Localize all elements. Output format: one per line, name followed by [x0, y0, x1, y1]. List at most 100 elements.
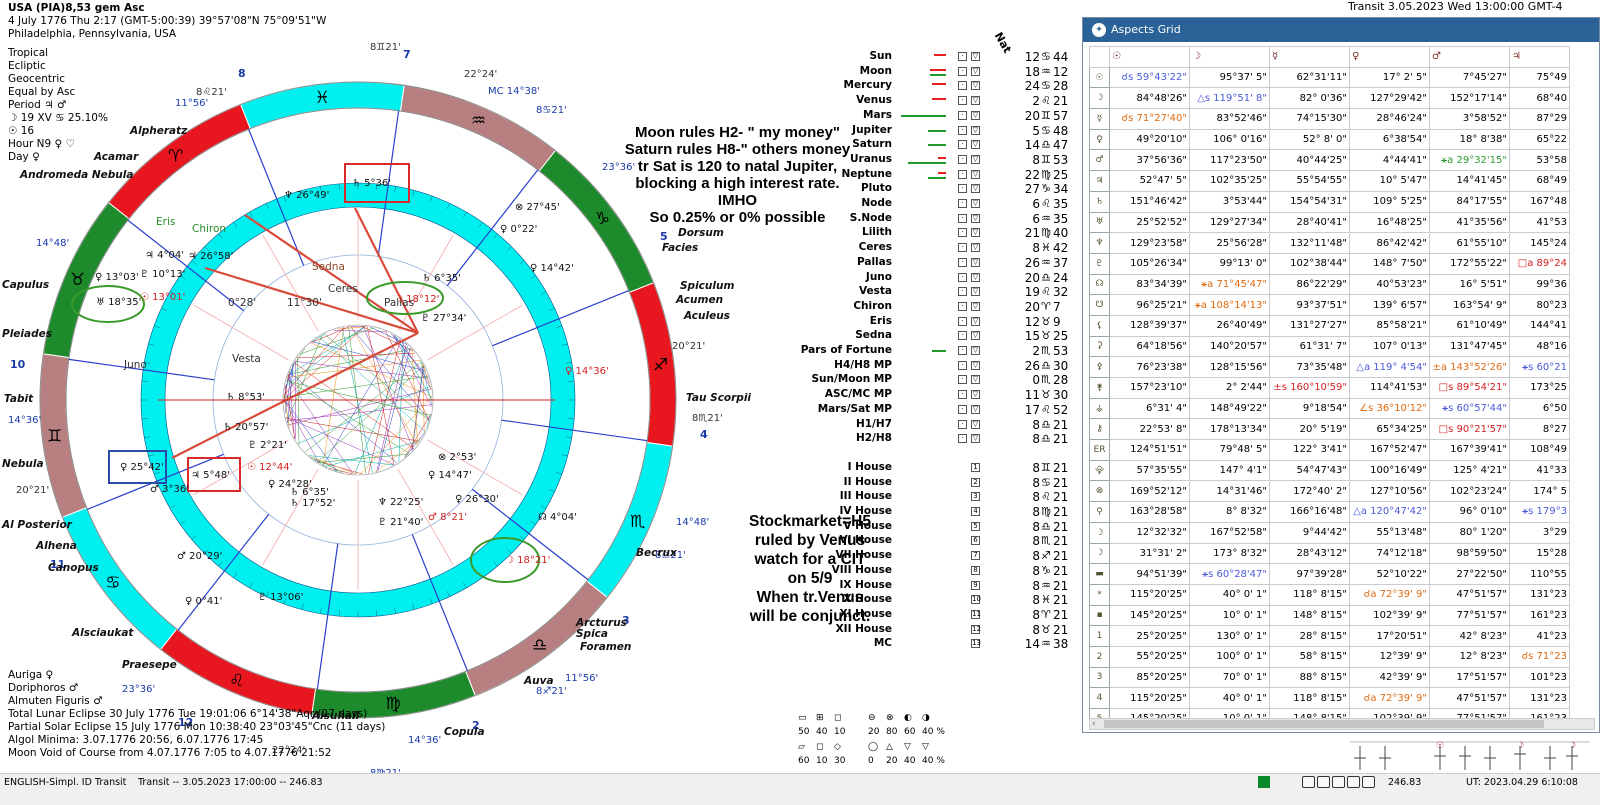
aspect-cell[interactable]: 18° 8'38" — [1429, 128, 1510, 151]
aspect-cell[interactable]: 28°40'41" — [1269, 211, 1350, 234]
aspect-cell[interactable]: 82° 0'36" — [1269, 87, 1350, 110]
aspect-cell[interactable]: 68°40 — [1509, 87, 1570, 110]
aspect-cell[interactable]: 14°41'45" — [1429, 170, 1510, 192]
aspect-cell[interactable]: 28° 8'15" — [1269, 625, 1350, 647]
tool-button-1[interactable] — [1302, 776, 1315, 788]
planet-row[interactable]: Eris · ▽ 12 ♉ 9 — [790, 315, 1080, 329]
aspect-cell[interactable]: 53°58 — [1509, 149, 1570, 172]
aspect-cell[interactable]: 83°52'46" — [1189, 108, 1270, 130]
house-row[interactable]: I House 1 8 ♊ 21 — [790, 461, 1080, 475]
planet-row[interactable]: Pluto · ▽ 27 ♑ 34 — [790, 182, 1080, 196]
aspect-cell[interactable]: 61°55'10" — [1429, 232, 1510, 254]
aspect-cell[interactable]: 14°31'46" — [1189, 480, 1270, 503]
aspect-cell[interactable]: 95°37' 5" — [1189, 66, 1270, 89]
aspect-cell[interactable]: 86°22'29" — [1269, 273, 1350, 296]
row-header[interactable]: 4 — [1089, 687, 1110, 709]
aspect-cell[interactable]: 55°20'25" — [1109, 645, 1190, 668]
aspect-cell[interactable]: 76°23'38" — [1109, 356, 1190, 378]
aspect-cell[interactable]: 105°26'34" — [1109, 252, 1190, 275]
aspect-cell[interactable]: ⚹s 60°28'47" — [1189, 563, 1270, 585]
column-header[interactable]: ♂ — [1429, 46, 1510, 68]
aspect-cell[interactable]: 28°43'12" — [1269, 542, 1350, 565]
planet-row[interactable]: Lilith · ▽ 21 ♍ 40 — [790, 226, 1080, 240]
aspect-cell[interactable]: 41°33 — [1509, 459, 1570, 482]
row-header[interactable]: ⚳ — [1089, 335, 1110, 358]
row-header[interactable]: ♂ — [1089, 149, 1110, 172]
aspect-cell[interactable]: 173° 8'32" — [1189, 542, 1270, 565]
aspect-cell[interactable]: 48°16 — [1509, 335, 1570, 358]
aspect-cell[interactable]: ☌a 72°39' 9" — [1349, 583, 1430, 606]
aspect-cell[interactable]: 85°20'25" — [1109, 666, 1190, 689]
aspect-cell[interactable]: 125° 4'21" — [1429, 459, 1510, 482]
aspect-cell[interactable]: 47°51'57" — [1429, 687, 1510, 709]
aspect-cell[interactable]: 3°53'44" — [1189, 190, 1270, 213]
aspect-cell[interactable]: 117°23'50" — [1189, 149, 1270, 172]
row-header[interactable]: ⊗ — [1089, 480, 1110, 503]
aspect-cell[interactable]: 152°17'14" — [1429, 87, 1510, 110]
planet-row[interactable]: Uranus · ▽ 8 ♊ 53 — [790, 153, 1080, 167]
aspect-cell[interactable]: 148°49'22" — [1189, 397, 1270, 420]
aspect-cell[interactable]: 114°41'53" — [1349, 377, 1430, 399]
planet-row[interactable]: H1/H7 · ▽ 8 ♎ 21 — [790, 418, 1080, 432]
aspect-cell[interactable]: 127°29'42" — [1349, 87, 1430, 110]
aspect-cell[interactable]: □s 90°21'57" — [1429, 418, 1510, 441]
row-header[interactable]: ⚴ — [1089, 356, 1110, 378]
planet-row[interactable]: Neptune · ▽ 22 ♍ 25 — [790, 168, 1080, 182]
aspect-cell[interactable]: 129°23'58" — [1109, 232, 1190, 254]
aspect-cell[interactable]: 70° 0' 1" — [1189, 666, 1270, 689]
aspect-cell[interactable]: 9°44'42" — [1269, 521, 1350, 544]
row-header[interactable]: ☿ — [1089, 108, 1110, 130]
aspect-cell[interactable]: 169°52'12" — [1109, 480, 1190, 503]
aspect-cell[interactable]: 12°39' 9" — [1349, 645, 1430, 668]
house-row[interactable]: XII House 12 8 ♉ 21 — [790, 623, 1080, 637]
tool-button-5[interactable] — [1362, 776, 1375, 788]
aspect-cell[interactable]: 40° 0' 1" — [1189, 687, 1270, 709]
house-row[interactable]: VI House 6 8 ♏ 21 — [790, 534, 1080, 548]
row-header[interactable]: ♇ — [1089, 252, 1110, 275]
column-header[interactable]: ☉ — [1109, 46, 1190, 68]
column-header[interactable]: ♃ — [1509, 46, 1570, 68]
aspect-cell[interactable]: 61°10'49" — [1429, 314, 1510, 337]
aspect-cell[interactable]: 130° 0' 1" — [1189, 625, 1270, 647]
aspect-cell[interactable]: 100° 0' 1" — [1189, 645, 1270, 668]
row-header[interactable]: 1 — [1089, 625, 1110, 647]
planet-row[interactable]: Pars of Fortune · ▽ 2 ♏ 53 — [790, 344, 1080, 358]
aspect-cell[interactable]: 102°39' 9" — [1349, 604, 1430, 627]
aspect-cell[interactable]: 172°55'22" — [1429, 252, 1510, 275]
aspect-cell[interactable]: 65°22 — [1509, 128, 1570, 151]
aspect-cell[interactable]: 144°41 — [1509, 314, 1570, 337]
aspect-cell[interactable]: 10° 0' 1" — [1189, 604, 1270, 627]
aspect-cell[interactable]: 55°13'48" — [1349, 521, 1430, 544]
aspect-cell[interactable]: 167°52'58" — [1189, 521, 1270, 544]
aspect-cell[interactable]: 52° 8' 0" — [1269, 128, 1350, 151]
aspect-cell[interactable]: 2° 2'44" — [1189, 377, 1270, 399]
planet-row[interactable]: ASC/MC MP · ▽ 11 ♉ 30 — [790, 388, 1080, 402]
aspect-cell[interactable]: 128°39'37" — [1109, 314, 1190, 337]
aspect-cell[interactable]: 28°46'24" — [1349, 108, 1430, 130]
aspect-cell[interactable]: 154°54'31" — [1269, 190, 1350, 213]
aspect-cell[interactable]: ⚹s 179°3 — [1509, 501, 1570, 523]
row-header[interactable]: ⚶ — [1089, 397, 1110, 420]
row-header[interactable]: ☉ — [1089, 66, 1110, 89]
aspect-cell[interactable]: 68°49 — [1509, 170, 1570, 192]
aspect-cell[interactable]: 124°51'51" — [1109, 439, 1190, 461]
row-header[interactable]: ⚲ — [1089, 501, 1110, 523]
planet-row[interactable]: Mercury · ▽ 24 ♋ 28 — [790, 79, 1080, 93]
aspect-cell[interactable]: 118° 8'15" — [1269, 583, 1350, 606]
aspect-cell[interactable]: 100°16'49" — [1349, 459, 1430, 482]
aspect-cell[interactable]: 57°35'55" — [1109, 459, 1190, 482]
aspect-cell[interactable]: □s 89°54'21" — [1429, 377, 1510, 399]
aspect-cell[interactable]: 80° 1'20" — [1429, 521, 1510, 544]
planet-row[interactable]: Chiron · ▽ 20 ♈ 7 — [790, 300, 1080, 314]
horizontal-scrollbar[interactable]: ‹ — [1089, 718, 1595, 730]
row-header[interactable]: ▪ — [1089, 604, 1110, 627]
aspect-cell[interactable]: 58° 8'15" — [1269, 645, 1350, 668]
aspect-cell[interactable]: 94°51'39" — [1109, 563, 1190, 585]
aspect-cell[interactable]: 42° 8'23" — [1429, 625, 1510, 647]
aspect-cell[interactable]: 97°39'28" — [1269, 563, 1350, 585]
column-header[interactable]: ♀ — [1349, 46, 1430, 68]
aspect-cell[interactable]: 27°22'50" — [1429, 563, 1510, 585]
planet-row[interactable]: Saturn · ▽ 14 ♎ 47 — [790, 138, 1080, 152]
house-row[interactable]: XI House 11 8 ♈ 21 — [790, 608, 1080, 622]
planet-row[interactable]: Jupiter · ▽ 5 ♋ 48 — [790, 124, 1080, 138]
